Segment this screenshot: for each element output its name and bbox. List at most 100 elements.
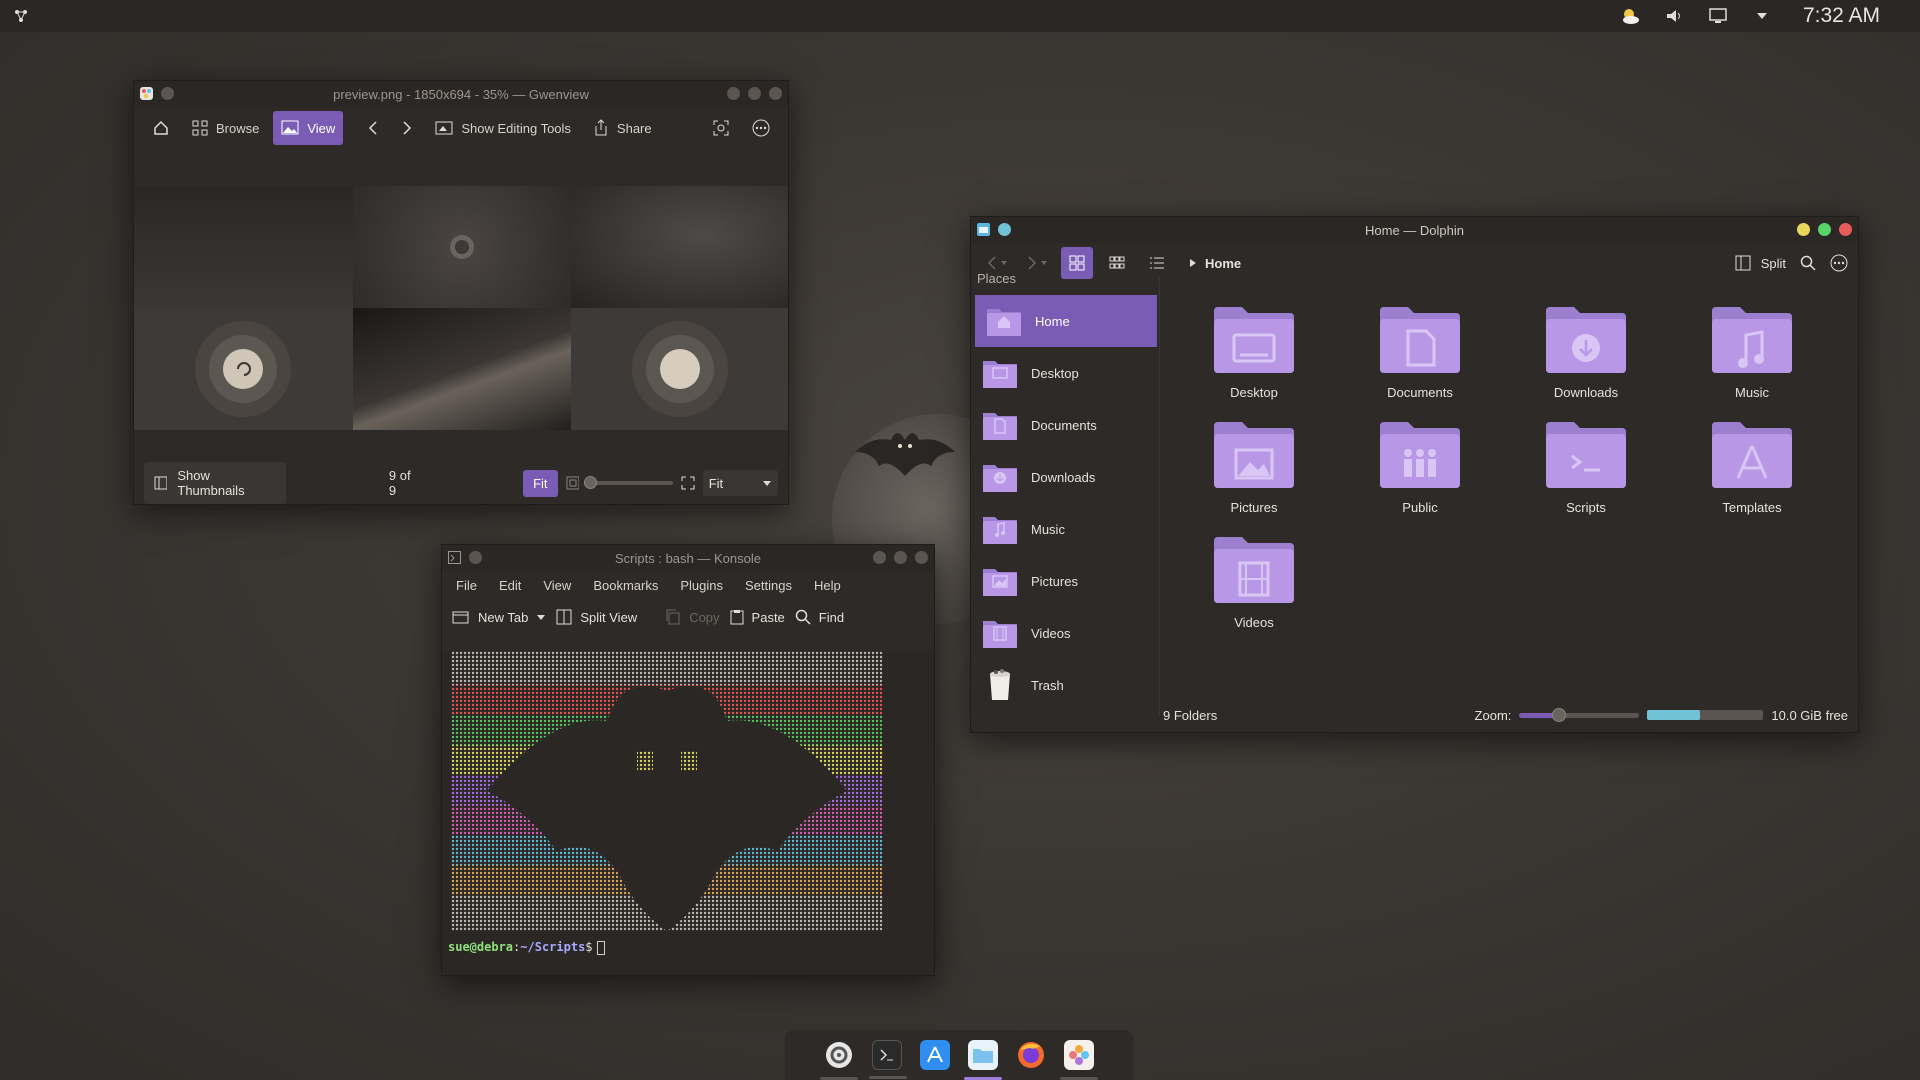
split-button[interactable]: Split xyxy=(1735,255,1786,271)
firefox-icon[interactable] xyxy=(1016,1040,1046,1070)
disk-space-bar[interactable] xyxy=(1647,710,1764,720)
copy-button[interactable]: Copy xyxy=(665,609,720,625)
maximize-button[interactable] xyxy=(894,551,907,564)
panel-divider[interactable] xyxy=(1159,277,1160,717)
folder-music[interactable]: Music xyxy=(1669,305,1835,400)
folder-label: Videos xyxy=(1234,615,1274,630)
system-settings-icon[interactable] xyxy=(820,1040,858,1080)
more-icon[interactable] xyxy=(1830,254,1848,272)
dolphin-toolbar: Home Split xyxy=(971,243,1858,283)
breadcrumb[interactable]: Home xyxy=(1189,256,1241,271)
folder-pictures[interactable]: Pictures xyxy=(1171,420,1337,515)
clock[interactable]: 7:32 AM xyxy=(1803,4,1880,28)
close-button[interactable] xyxy=(915,551,928,564)
shell-prompt[interactable]: sue@debra:~/Scripts$ xyxy=(448,940,605,955)
paste-button[interactable]: Paste xyxy=(730,609,785,625)
show-thumbnails-label: Show Thumbnails xyxy=(177,468,245,498)
browse-button[interactable]: Browse xyxy=(184,111,267,145)
zoom-fit-icon[interactable] xyxy=(681,476,695,490)
pictures-folder-icon xyxy=(1214,422,1294,488)
split-view-button[interactable]: Split View xyxy=(556,609,637,625)
minimize-button[interactable] xyxy=(1797,223,1810,236)
folder-desktop[interactable]: Desktop xyxy=(1171,305,1337,400)
tray-expand-icon[interactable] xyxy=(1751,5,1773,27)
show-editing-tools-button[interactable]: Show Editing Tools xyxy=(427,111,579,145)
folder-videos[interactable]: Videos xyxy=(1171,535,1337,630)
menu-help[interactable]: Help xyxy=(814,578,841,593)
more-menu-button[interactable] xyxy=(744,111,778,145)
show-thumbnails-button[interactable]: Show Thumbnails xyxy=(144,462,286,504)
places-item-pictures[interactable]: Pictures xyxy=(971,555,1161,607)
menu-plugins[interactable]: Plugins xyxy=(680,578,723,593)
places-item-downloads[interactable]: Downloads xyxy=(971,451,1161,503)
minimize-button[interactable] xyxy=(873,551,886,564)
close-button[interactable] xyxy=(769,87,782,100)
minimize-button[interactable] xyxy=(727,87,740,100)
keep-above-button[interactable] xyxy=(998,223,1011,236)
details-view-button[interactable] xyxy=(1141,247,1173,279)
files-icon[interactable] xyxy=(964,1040,1002,1080)
grid-icon xyxy=(192,120,208,136)
forward-button[interactable] xyxy=(1021,247,1053,279)
fullscreen-button[interactable] xyxy=(704,111,738,145)
next-button[interactable] xyxy=(393,111,421,145)
zoom-slider-knob[interactable] xyxy=(1551,707,1566,722)
chevron-down-icon[interactable] xyxy=(536,613,546,621)
zoom-slider-knob[interactable] xyxy=(583,476,597,489)
menu-settings[interactable]: Settings xyxy=(745,578,792,593)
places-item-videos[interactable]: Videos xyxy=(971,607,1161,659)
places-item-desktop[interactable]: Desktop xyxy=(971,347,1161,399)
weather-icon[interactable] xyxy=(1619,5,1641,27)
search-icon[interactable] xyxy=(1800,255,1816,271)
maximize-button[interactable] xyxy=(748,87,761,100)
keep-above-button[interactable] xyxy=(469,551,482,564)
app-store-icon[interactable] xyxy=(920,1040,950,1070)
terminal-icon[interactable] xyxy=(869,1040,907,1079)
icons-view-button[interactable] xyxy=(1061,247,1093,279)
close-button[interactable] xyxy=(1839,223,1852,236)
compact-view-button[interactable] xyxy=(1101,247,1133,279)
dolphin-titlebar[interactable]: Home — Dolphin xyxy=(971,217,1858,243)
menu-file[interactable]: File xyxy=(456,578,477,593)
terminal-view[interactable]: sue@debra:~/Scripts$ xyxy=(442,651,934,975)
prompt-path: ~/Scripts xyxy=(520,940,586,954)
folder-public[interactable]: Public xyxy=(1337,420,1503,515)
folder-scripts[interactable]: Scripts xyxy=(1503,420,1669,515)
breadcrumb-home[interactable]: Home xyxy=(1205,256,1241,271)
places-item-home[interactable]: Home xyxy=(975,295,1157,347)
menu-bookmarks[interactable]: Bookmarks xyxy=(593,578,658,593)
display-icon[interactable] xyxy=(1707,5,1729,27)
gwenview-titlebar[interactable]: preview.png - 1850x694 - 35% — Gwenview xyxy=(134,81,788,107)
maximize-button[interactable] xyxy=(1818,223,1831,236)
ascii-bat-art xyxy=(451,651,883,931)
zoom-slider[interactable] xyxy=(1519,707,1640,722)
zoom-slider[interactable] xyxy=(583,476,674,489)
find-button[interactable]: Find xyxy=(795,609,844,625)
folder-downloads[interactable]: Downloads xyxy=(1503,305,1669,400)
menu-edit[interactable]: Edit xyxy=(499,578,521,593)
view-button[interactable]: View xyxy=(273,111,344,145)
volume-icon[interactable] xyxy=(1663,5,1685,27)
split-icon xyxy=(1735,255,1751,271)
konsole-titlebar[interactable]: Scripts : bash — Konsole xyxy=(442,545,934,571)
konsole-title: Scripts : bash — Konsole xyxy=(615,550,761,566)
folder-label: Downloads xyxy=(1553,385,1619,400)
public-folder-icon xyxy=(1380,422,1460,488)
share-button[interactable]: Share xyxy=(585,111,660,145)
image-preview[interactable] xyxy=(134,186,788,430)
folder-documents[interactable]: Documents xyxy=(1337,305,1503,400)
zoom-mode-select[interactable]: Fit xyxy=(702,470,778,496)
fit-button[interactable]: Fit xyxy=(523,469,558,497)
folder-templates[interactable]: Templates xyxy=(1669,420,1835,515)
new-tab-button[interactable]: New Tab xyxy=(452,609,546,625)
home-button[interactable] xyxy=(144,111,178,145)
previous-button[interactable] xyxy=(359,111,387,145)
photos-icon[interactable] xyxy=(1060,1040,1098,1080)
launcher-icon[interactable] xyxy=(10,5,32,27)
keep-above-button[interactable] xyxy=(161,87,174,100)
actual-size-icon[interactable] xyxy=(566,476,579,490)
places-item-music[interactable]: Music xyxy=(971,503,1161,555)
videos-folder-icon xyxy=(1214,537,1294,603)
menu-view[interactable]: View xyxy=(543,578,571,593)
places-item-documents[interactable]: Documents xyxy=(971,399,1161,451)
